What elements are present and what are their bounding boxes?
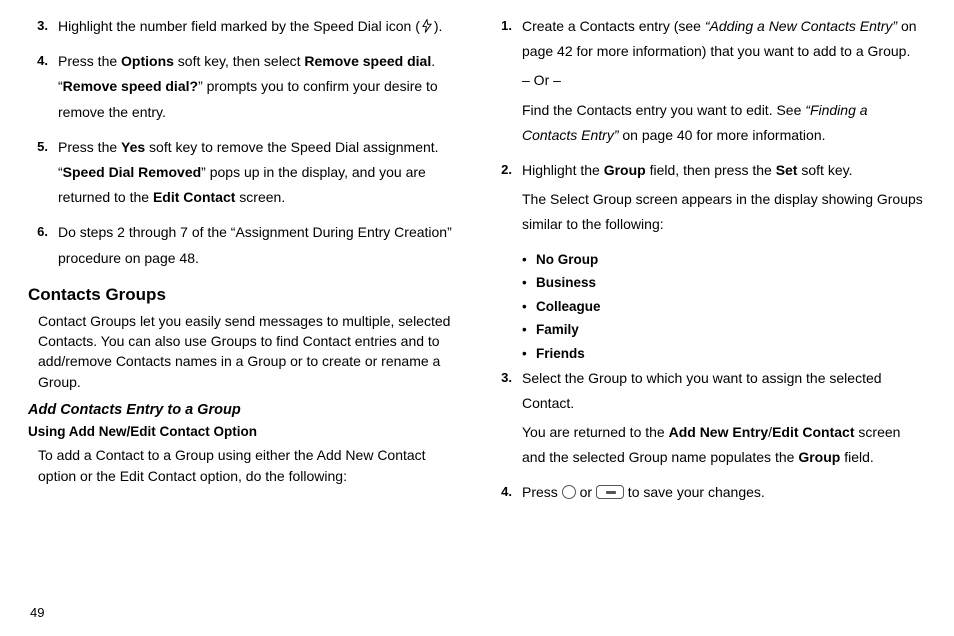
contacts-groups-body: Contact Groups let you easily send messa…: [38, 311, 462, 392]
bullet-label: Family: [536, 318, 579, 342]
group-bullet-list: •No Group•Business•Colleague•Family•Frie…: [522, 248, 926, 366]
bullet-dot: •: [522, 295, 536, 319]
list-item: 1.Create a Contacts entry (see “Adding a…: [492, 14, 926, 152]
bullet-item: •No Group: [522, 248, 926, 272]
step-text: The Select Group screen appears in the d…: [522, 187, 926, 237]
bullet-dot: •: [522, 318, 536, 342]
bullet-item: •Family: [522, 318, 926, 342]
step-text: – Or –: [522, 68, 926, 93]
bullet-dot: •: [522, 271, 536, 295]
list-item: 6.Do steps 2 through 7 of the “Assignmen…: [28, 220, 462, 274]
right-ordered-list-a: 1.Create a Contacts entry (see “Adding a…: [492, 14, 926, 242]
bullet-label: Business: [536, 271, 596, 295]
heading-contacts-groups: Contacts Groups: [28, 285, 462, 305]
bullet-item: •Colleague: [522, 295, 926, 319]
right-column: 1.Create a Contacts entry (see “Adding a…: [492, 14, 926, 516]
step-text: Find the Contacts entry you want to edit…: [522, 98, 926, 148]
list-number: 6.: [28, 220, 58, 274]
bullet-dot: •: [522, 342, 536, 366]
bullet-item: •Business: [522, 271, 926, 295]
bullet-label: No Group: [536, 248, 598, 272]
step-text: Select the Group to which you want to as…: [522, 366, 926, 416]
list-number: 5.: [28, 135, 58, 215]
list-number: 4.: [28, 49, 58, 129]
step-text: Press the Yes soft key to remove the Spe…: [58, 135, 462, 211]
using-add-new-body: To add a Contact to a Group using either…: [38, 445, 462, 487]
list-item: 2.Highlight the Group field, then press …: [492, 158, 926, 242]
list-item: 3.Select the Group to which you want to …: [492, 366, 926, 475]
step-text: Highlight the Group field, then press th…: [522, 158, 926, 183]
right-ordered-list-b: 3.Select the Group to which you want to …: [492, 366, 926, 510]
left-ordered-list: 3.Highlight the number field marked by t…: [28, 14, 462, 275]
bullet-label: Friends: [536, 342, 585, 366]
subheading-add-contacts-entry: Add Contacts Entry to a Group: [28, 402, 462, 418]
ok-key-icon: [596, 485, 624, 499]
speed-dial-icon: [420, 18, 434, 34]
list-number: 4.: [492, 480, 522, 509]
center-key-icon: [562, 485, 576, 499]
step-text: Highlight the number field marked by the…: [58, 14, 462, 39]
step-text: Do steps 2 through 7 of the “Assignment …: [58, 220, 462, 270]
left-column: 3.Highlight the number field marked by t…: [28, 14, 462, 516]
step-text: You are returned to the Add New Entry/Ed…: [522, 420, 926, 470]
list-number: 1.: [492, 14, 522, 152]
list-item: 4.Press the Options soft key, then selec…: [28, 49, 462, 129]
bullet-label: Colleague: [536, 295, 601, 319]
bullet-item: •Friends: [522, 342, 926, 366]
list-item: 4.Press or to save your changes.: [492, 480, 926, 509]
page: 3.Highlight the number field marked by t…: [0, 0, 954, 516]
subsubheading-using-add-new: Using Add New/Edit Contact Option: [28, 424, 462, 439]
step-text: Create a Contacts entry (see “Adding a N…: [522, 14, 926, 64]
step-text: Press or to save your changes.: [522, 480, 926, 505]
list-number: 3.: [492, 366, 522, 475]
list-number: 3.: [28, 14, 58, 43]
page-number: 49: [30, 605, 44, 620]
step-text: Press the Options soft key, then select …: [58, 49, 462, 125]
list-item: 5.Press the Yes soft key to remove the S…: [28, 135, 462, 215]
list-number: 2.: [492, 158, 522, 242]
bullet-dot: •: [522, 248, 536, 272]
list-item: 3.Highlight the number field marked by t…: [28, 14, 462, 43]
